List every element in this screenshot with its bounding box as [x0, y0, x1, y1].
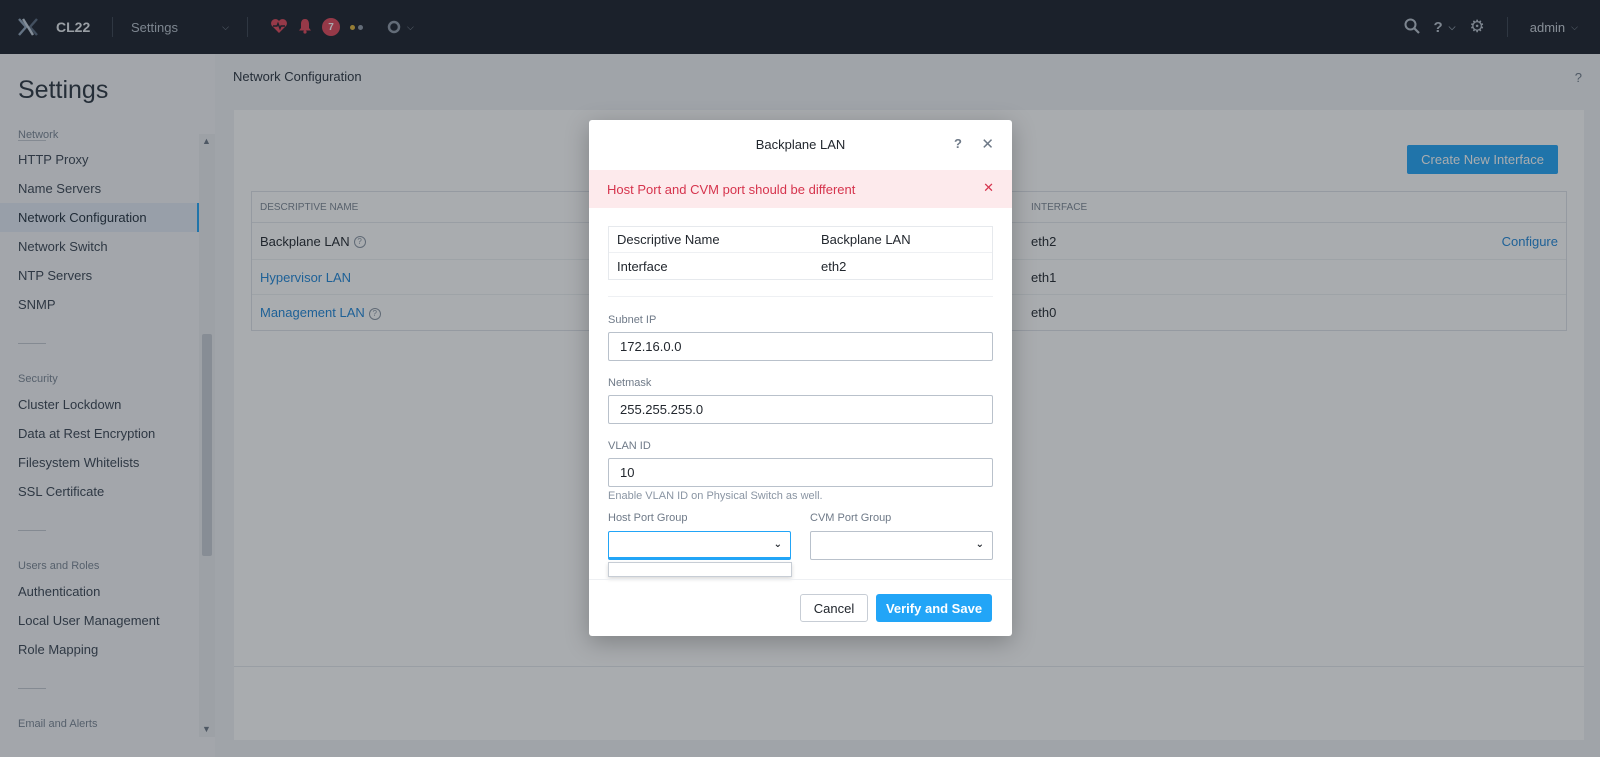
chevron-down-icon: ⌄ [773, 539, 782, 550]
backplane-lan-modal: Backplane LAN ? ✕ Host Port and CVM port… [589, 120, 1012, 636]
close-icon[interactable]: ✕ [981, 135, 994, 153]
modal-header: Backplane LAN ? ✕ [589, 120, 1012, 170]
cvm-port-group-label: CVM Port Group [810, 512, 892, 524]
netmask-input[interactable] [608, 395, 993, 424]
info-value: eth2 [821, 258, 847, 274]
error-alert-message: Host Port and CVM port should be differe… [607, 181, 856, 197]
modal-help-icon[interactable]: ? [954, 136, 962, 151]
info-key: Descriptive Name [617, 232, 720, 247]
alert-close-icon[interactable]: ✕ [983, 180, 994, 196]
modal-title: Backplane LAN [755, 137, 846, 152]
info-value: Backplane LAN [821, 232, 911, 247]
cancel-button[interactable]: Cancel [800, 594, 868, 622]
cvm-port-group-select[interactable]: ⌄ [810, 531, 993, 560]
netmask-label: Netmask [608, 377, 652, 389]
interface-info-table: Descriptive Name Backplane LAN Interface… [608, 226, 993, 280]
modal-footer-divider [589, 579, 1012, 580]
error-alert: Host Port and CVM port should be differe… [589, 170, 1012, 208]
host-port-group-label: Host Port Group [608, 512, 688, 524]
divider [608, 296, 993, 297]
info-row: Descriptive Name Backplane LAN [609, 227, 992, 253]
subnet-ip-input[interactable] [608, 332, 993, 361]
info-row: Interface eth2 [609, 253, 992, 279]
host-port-group-dropdown-list[interactable] [608, 562, 792, 577]
vlan-id-label: VLAN ID [608, 440, 651, 452]
host-port-group-select[interactable]: ⌄ [608, 531, 791, 560]
vlan-help-text: Enable VLAN ID on Physical Switch as wel… [608, 490, 823, 502]
vlan-id-input[interactable] [608, 458, 993, 487]
chevron-down-icon: ⌄ [975, 539, 984, 550]
info-key: Interface [617, 258, 668, 274]
verify-and-save-button[interactable]: Verify and Save [876, 594, 992, 622]
subnet-ip-label: Subnet IP [608, 314, 657, 326]
